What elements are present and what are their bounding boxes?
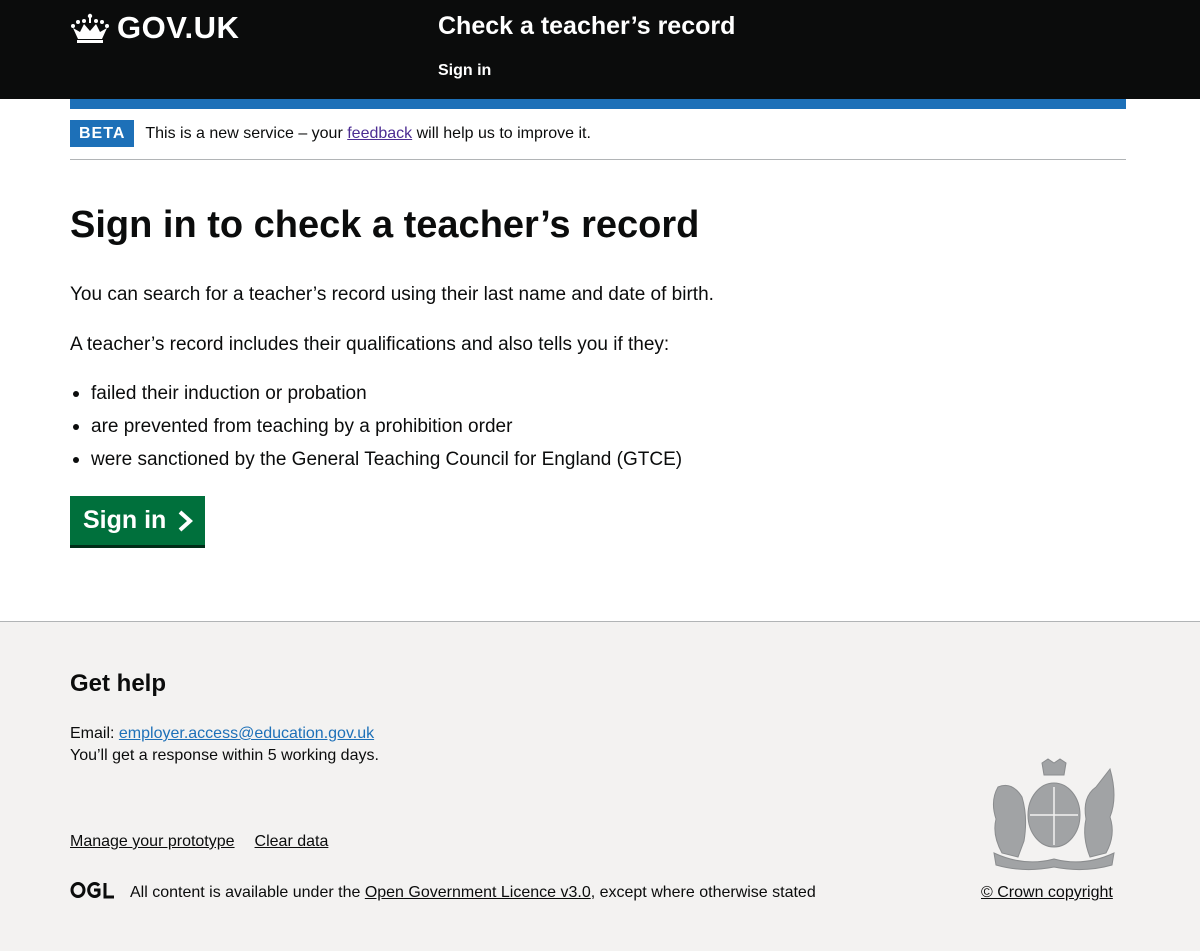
manage-prototype-link[interactable]: Manage your prototype <box>70 833 235 851</box>
licence-before: All content is available under the <box>130 884 365 901</box>
service-name-link[interactable]: Check a teacher’s record <box>438 12 735 41</box>
phase-text-before: This is a new service – your <box>145 125 348 142</box>
list-item: were sanctioned by the General Teaching … <box>70 447 682 472</box>
signin-button[interactable]: Sign in <box>70 496 205 545</box>
royal-coat-of-arms-icon <box>992 758 1115 871</box>
list-item: are prevented from teaching by a prohibi… <box>70 414 682 439</box>
site-header: GOV.UK Check a teacher’s record Sign in <box>0 0 1200 99</box>
signin-button-label: Sign in <box>83 506 167 534</box>
get-help-heading: Get help <box>70 670 167 697</box>
feedback-link[interactable]: feedback <box>347 125 412 142</box>
licence-text: All content is available under the Open … <box>130 882 816 904</box>
site-footer: Get help Email: employer.access@educatio… <box>0 621 1200 951</box>
licence-after: , except where otherwise stated <box>590 884 816 901</box>
beta-tag: BETA <box>70 120 135 147</box>
phase-banner: BETA This is a new service – your feedba… <box>70 120 1126 160</box>
list-item: failed their induction or probation <box>70 381 682 406</box>
page-title: Sign in to check a teacher’s record <box>70 204 700 246</box>
ogl-link[interactable]: Open Government Licence v3.0 <box>365 884 591 901</box>
clear-data-link[interactable]: Clear data <box>255 833 329 851</box>
record-paragraph: A teacher’s record includes their qualif… <box>70 334 670 355</box>
chevron-right-icon <box>178 510 194 531</box>
response-time-text: You’ll get a response within 5 working d… <box>70 747 379 764</box>
phase-banner-text: This is a new service – your feedback wi… <box>145 119 591 149</box>
crown-copyright-link[interactable]: © Crown copyright <box>981 882 1113 904</box>
phase-text-after: will help us to improve it. <box>412 125 591 142</box>
nav-signin-link[interactable]: Sign in <box>438 62 491 80</box>
footer-email-line: Email: employer.access@education.gov.uk <box>70 723 374 745</box>
ogl-logo <box>70 881 115 899</box>
support-email-link[interactable]: employer.access@education.gov.uk <box>119 725 374 742</box>
crown-icon <box>71 13 109 43</box>
govuk-logo-link[interactable]: GOV.UK <box>70 10 239 46</box>
logo-text: GOV.UK <box>117 10 240 45</box>
email-label: Email: <box>70 725 119 742</box>
header-blue-bar <box>70 99 1126 109</box>
intro-paragraph: You can search for a teacher’s record us… <box>70 284 714 305</box>
ogl-logo-icon <box>70 882 114 899</box>
footer-links: Manage your prototype Clear data <box>70 833 328 851</box>
record-bullet-list: failed their induction or probation are … <box>70 381 682 480</box>
